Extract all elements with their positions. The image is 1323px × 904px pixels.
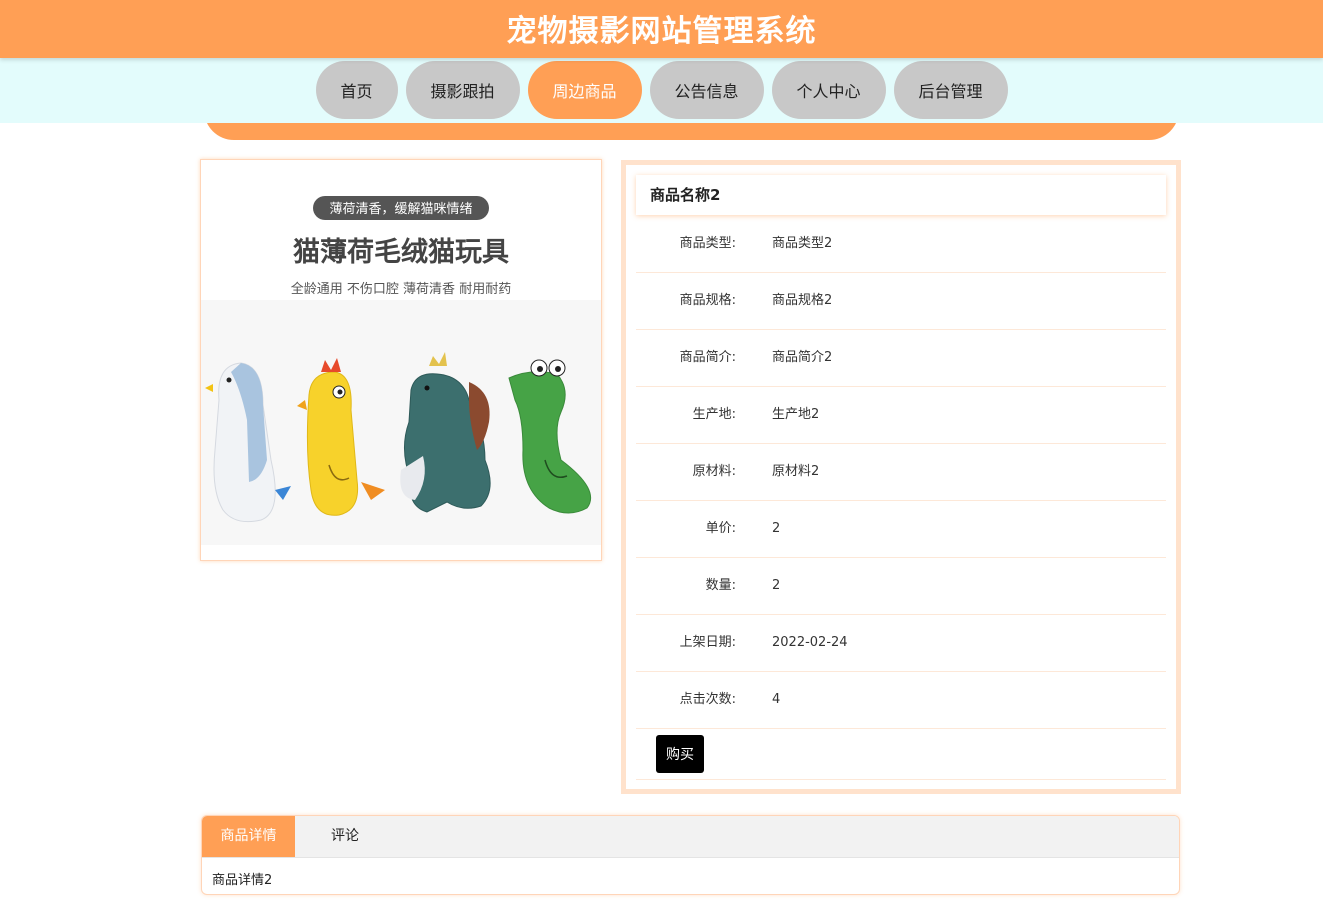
- detail-label: 单价:: [705, 521, 736, 536]
- detail-value: 商品类型2: [772, 236, 833, 251]
- detail-value: 生产地2: [772, 407, 820, 422]
- product-details-panel: 商品名称2 商品类型: 商品类型2 商品规格: 商品规格2 商品简介: 商品简介…: [621, 160, 1181, 794]
- product-photo: 薄荷清香，缓解猫咪情绪 猫薄荷毛绒猫玩具 全龄通用 不伤口腔 薄荷清香 耐用耐药: [201, 160, 601, 560]
- detail-row-type: 商品类型: 商品类型2: [636, 216, 1166, 273]
- nav-item-announcements[interactable]: 公告信息: [649, 61, 764, 119]
- product-name: 商品名称2: [636, 175, 1166, 215]
- detail-value: 2: [772, 521, 781, 536]
- nav-item-personal-center[interactable]: 个人中心: [771, 61, 886, 119]
- detail-value: 2022-02-24: [772, 635, 848, 650]
- detail-label: 商品规格:: [679, 293, 736, 308]
- detail-tabs: 商品详情 评论 商品详情2: [201, 815, 1180, 895]
- image-subtitle-text: 全龄通用 不伤口腔 薄荷清香 耐用耐药: [291, 281, 511, 297]
- detail-label: 商品类型:: [679, 236, 736, 251]
- detail-row-price: 单价: 2: [636, 501, 1166, 558]
- detail-label: 原材料:: [692, 464, 736, 479]
- tab-product-details[interactable]: 商品详情: [202, 816, 295, 857]
- detail-value: 商品简介2: [772, 350, 833, 365]
- nav-item-photography[interactable]: 摄影跟拍: [405, 61, 520, 119]
- detail-label: 点击次数:: [679, 692, 736, 707]
- image-badge-text: 薄荷清香，缓解猫咪情绪: [329, 202, 472, 217]
- tab-comments[interactable]: 评论: [295, 816, 395, 857]
- detail-label: 商品简介:: [679, 350, 736, 365]
- detail-row-clicks: 点击次数: 4: [636, 672, 1166, 729]
- main-nav: 首页 摄影跟拍 周边商品 公告信息 个人中心 后台管理: [0, 61, 1323, 119]
- detail-value: 4: [772, 692, 781, 707]
- detail-value: 2: [772, 578, 781, 593]
- detail-label: 上架日期:: [679, 635, 736, 650]
- nav-band: 首页 摄影跟拍 周边商品 公告信息 个人中心 后台管理: [0, 58, 1323, 123]
- detail-row-date: 上架日期: 2022-02-24: [636, 615, 1166, 672]
- detail-row-quantity: 数量: 2: [636, 558, 1166, 615]
- detail-row-material: 原材料: 原材料2: [636, 444, 1166, 501]
- image-title-text: 猫薄荷毛绒猫玩具: [293, 237, 509, 268]
- tab-content: 商品详情2: [212, 873, 273, 888]
- nav-item-admin[interactable]: 后台管理: [893, 61, 1008, 119]
- nav-item-products[interactable]: 周边商品: [527, 61, 642, 119]
- buy-row: 购买: [636, 728, 1166, 780]
- site-title: 宠物摄影网站管理系统: [506, 14, 817, 49]
- tab-header: 商品详情 评论: [202, 816, 1179, 858]
- detail-value: 原材料2: [772, 464, 820, 479]
- detail-row-intro: 商品简介: 商品简介2: [636, 330, 1166, 387]
- nav-item-home[interactable]: 首页: [315, 61, 398, 119]
- buy-button[interactable]: 购买: [656, 735, 704, 773]
- detail-row-origin: 生产地: 生产地2: [636, 387, 1166, 444]
- top-header: 宠物摄影网站管理系统: [0, 0, 1323, 58]
- detail-value: 商品规格2: [772, 293, 833, 308]
- product-image[interactable]: 薄荷清香，缓解猫咪情绪 猫薄荷毛绒猫玩具 全龄通用 不伤口腔 薄荷清香 耐用耐药: [200, 159, 602, 561]
- detail-row-spec: 商品规格: 商品规格2: [636, 273, 1166, 330]
- detail-label: 数量:: [705, 578, 736, 593]
- detail-label: 生产地:: [692, 407, 736, 422]
